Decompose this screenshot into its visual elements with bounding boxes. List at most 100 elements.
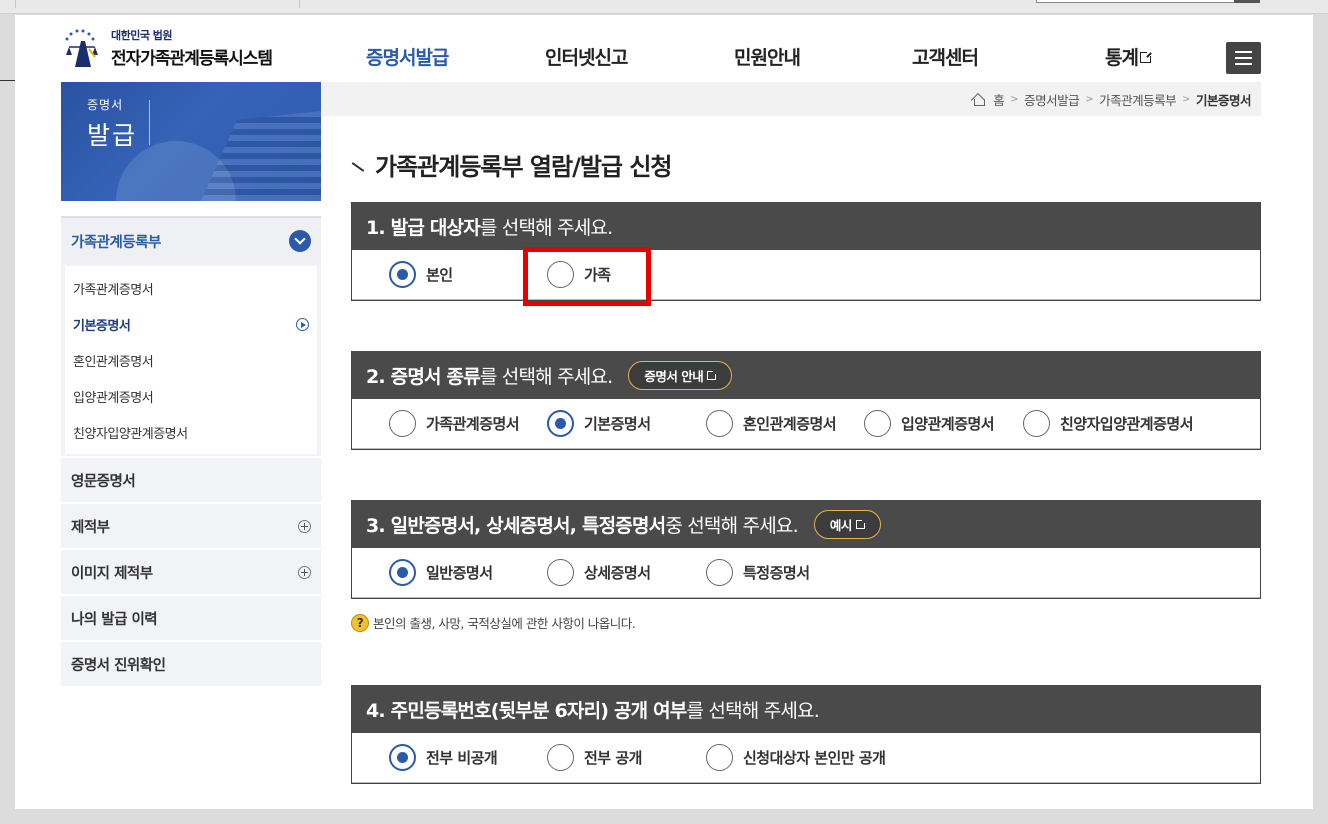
banner-books-image [201,111,321,201]
site-header: 대한민국 법원 전자가족관계등록시스템 증명서발급 인터넷신고 민원안내 고객센… [15,15,1313,81]
radio-circle[interactable] [389,261,416,288]
radio-circle[interactable] [547,410,574,437]
section-header-rest: 중 선택해 주세요. [665,514,798,537]
section-header-bold: 3. 일반증명서, 상세증명서, 특정증명서 [366,514,666,537]
page-title: 가족관계등록부 열람/발급 신청 [351,147,673,182]
chevron-right-icon: > [1010,93,1019,105]
sidebar-item-label: 기본증명서 [73,318,131,334]
radio-self-public[interactable]: 신청대상자 본인만 공개 [706,744,886,771]
logo-subtitle: 대한민국 법원 [111,29,173,42]
sidebar-item-english[interactable]: 영문증명서 [61,456,321,502]
radio-circle[interactable] [547,744,574,771]
radio-circle[interactable] [389,559,416,586]
sidebar-item-label: 가족관계증명서 [73,282,154,298]
section-target: 1. 발급 대상자 를 선택해 주세요. 본인 가족 [351,202,1261,301]
radio-marriage[interactable]: 혼인관계증명서 [706,410,837,437]
main-nav: 증명서발급 인터넷신고 민원안내 고객센터 통계 [15,43,1313,69]
radio-full-adoption[interactable]: 친양자입양관계증명서 [1023,410,1194,437]
section-cert-detail: 3. 일반증명서, 상세증명서, 특정증명서 중 선택해 주세요. 예시 일반증… [351,500,1261,599]
banner-divider [149,100,150,145]
tab-divider [16,0,300,8]
radio-circle[interactable] [547,559,574,586]
menu-bar-icon [1235,57,1252,59]
radio-circle[interactable] [706,744,733,771]
help-note-text: 본인의 출생, 사망, 국적상실에 관한 사항이 나옵니다. [373,616,636,631]
home-icon[interactable] [972,93,986,106]
radio-label: 전부 비공개 [426,749,498,767]
plus-circle-icon[interactable] [298,519,311,533]
radio-label: 혼인관계증명서 [743,415,837,433]
nav-item-internet-report[interactable]: 인터넷신고 [545,43,628,70]
section-header-rest: 를 선택해 주세요. [686,699,820,722]
breadcrumb-item[interactable]: 증명서발급 [1024,90,1080,109]
sidebar-item-label: 증명서 진위확인 [71,657,166,674]
sidebar-item-adoption[interactable]: 입양관계증명서 [65,378,317,414]
cert-guide-button[interactable]: 증명서 안내 [628,360,733,390]
breadcrumb-item[interactable]: 가족관계등록부 [1099,90,1177,109]
sidebar-item-full-adoption[interactable]: 친양자입양관계증명서 [65,414,317,450]
side-submenu: 가족관계증명서 기본증명서 혼인관계증명서 입양관계증명서 친양자입양관계증명서 [61,264,321,456]
sidebar-item-label: 혼인관계증명서 [73,354,154,370]
sidebar-item-history[interactable]: 나의 발급 이력 [61,594,321,640]
radio-specific[interactable]: 특정증명서 [706,559,810,586]
section-header-rest: 를 선택해 주세요. [479,216,613,239]
plus-circle-icon[interactable] [298,565,311,579]
radio-circle[interactable] [389,410,416,437]
radio-adoption[interactable]: 입양관계증명서 [864,410,995,437]
breadcrumb-current: 기본증명서 [1195,92,1252,108]
section-header: 1. 발급 대상자 를 선택해 주세요. [352,202,1260,250]
sidebar-item-marriage[interactable]: 혼인관계증명서 [65,342,317,378]
sidebar-item-family-relation[interactable]: 가족관계증명서 [65,270,317,306]
sidebar-item-label: 이미지 제적부 [71,565,153,582]
radio-circle[interactable] [706,410,733,437]
nav-item-statistics[interactable]: 통계 [1105,43,1152,70]
breadcrumb: 홈 > 증명서발급 > 가족관계등록부 > 기본증명서 [322,82,1261,116]
radio-basic-cert[interactable]: 기본증명서 [547,410,651,437]
top-search-input[interactable] [1036,0,1260,3]
section-header-bold: 1. 발급 대상자 [366,216,481,239]
hamburger-menu-button[interactable] [1226,42,1261,74]
arrow-right-circle-icon [296,317,309,331]
side-menu-head-label: 가족관계등록부 [71,234,161,251]
example-label: 예시 [829,517,853,533]
sidebar-item-label: 제적부 [71,519,110,536]
section-header-rest: 를 선택해 주세요. [479,365,613,388]
side-menu: 가족관계등록부 가족관계증명서 기본증명서 혼인관계증명서 입양관계증명서 친양… [61,216,321,686]
radio-all-public[interactable]: 전부 공개 [547,744,642,771]
radio-circle[interactable] [864,410,891,437]
radio-label: 입양관계증명서 [901,415,995,433]
browser-top-strip [0,0,1328,14]
banner-line2: 발급 [87,121,138,150]
sidebar-item-basic-cert[interactable]: 기본증명서 [65,306,317,342]
section-header-bold: 4. 주민등록번호(뒷부분 6자리) 공개 여부 [366,699,687,722]
banner-line1: 증명서 [87,98,124,112]
radio-family-relation[interactable]: 가족관계증명서 [389,410,520,437]
radio-self[interactable]: 본인 [389,261,453,288]
example-button[interactable]: 예시 [813,509,881,539]
sidebar-item-verify[interactable]: 증명서 진위확인 [61,640,321,686]
top-search-button[interactable] [1234,0,1260,3]
radio-circle[interactable] [389,744,416,771]
section-header-bold: 2. 증명서 종류 [366,365,481,388]
title-mark-icon [351,161,365,172]
radio-all-hidden[interactable]: 전부 비공개 [389,744,498,771]
side-menu-head[interactable]: 가족관계등록부 [61,216,321,264]
radio-label: 본인 [426,266,453,284]
sidebar-item-image-register[interactable]: 이미지 제적부 [61,548,321,594]
breadcrumb-home[interactable]: 홈 [993,90,1005,109]
radio-detailed[interactable]: 상세증명서 [547,559,651,586]
radio-label: 전부 공개 [584,749,642,767]
nav-item-customer-center[interactable]: 고객센터 [912,43,979,70]
radio-general[interactable]: 일반증명서 [389,559,493,586]
radio-circle[interactable] [706,559,733,586]
chevron-down-icon[interactable] [289,230,311,252]
nav-item-certificate-issue[interactable]: 증명서발급 [366,43,449,70]
section-header: 4. 주민등록번호(뒷부분 6자리) 공개 여부 를 선택해 주세요. [352,685,1260,733]
sidebar-item-removed-register[interactable]: 제적부 [61,502,321,548]
nav-item-statistics-label: 통계 [1105,47,1139,69]
section-header: 2. 증명서 종류 를 선택해 주세요. 증명서 안내 [352,351,1260,399]
nav-item-civil-guide[interactable]: 민원안내 [734,43,801,70]
radio-circle[interactable] [1023,410,1050,437]
chevron-right-icon: > [1085,93,1094,105]
chevron-right-icon: > [1182,93,1190,105]
